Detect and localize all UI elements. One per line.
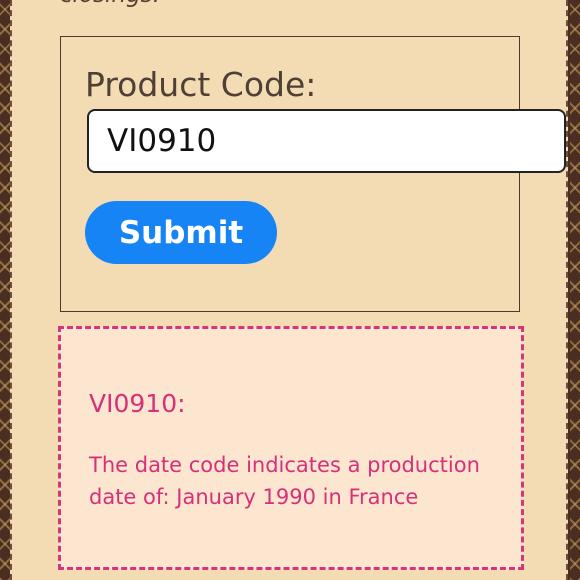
monogram-border-left <box>0 0 10 580</box>
result-message: The date code indicates a production dat… <box>89 453 480 509</box>
intro-text: closings. <box>60 0 160 8</box>
result-code: VI0910: <box>89 389 186 418</box>
product-code-label: Product Code: <box>85 65 317 104</box>
product-code-input[interactable] <box>87 109 566 173</box>
content-panel: closings. Product Code: Submit VI0910: T… <box>10 0 568 580</box>
panel-dashed-edge-right <box>566 0 568 580</box>
submit-button[interactable]: Submit <box>85 201 277 264</box>
result-box: VI0910: The date code indicates a produc… <box>58 326 524 570</box>
product-code-form: Product Code: Submit <box>60 36 566 312</box>
monogram-border-right <box>570 0 580 580</box>
panel-dashed-edge-left <box>10 0 12 580</box>
